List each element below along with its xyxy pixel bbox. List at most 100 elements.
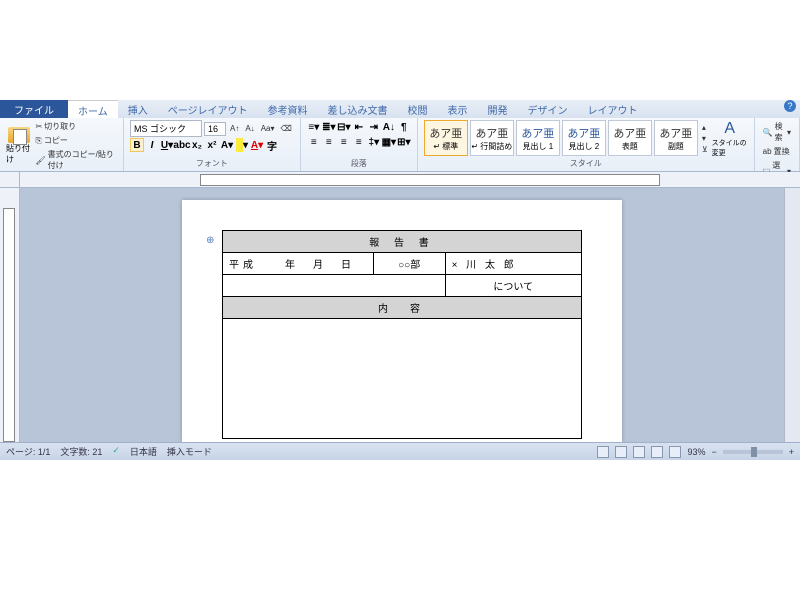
text-effect-button[interactable]: A▾ [220, 138, 234, 152]
align-center-button[interactable]: ≡ [322, 135, 336, 149]
sort-button[interactable]: A↓ [382, 120, 396, 134]
paste-button[interactable]: 貼り付け [6, 127, 31, 165]
content-header-cell[interactable]: 内 容 [223, 297, 582, 319]
change-styles-button[interactable]: A スタイルの変更 [712, 120, 748, 156]
tab-home[interactable]: ホーム [68, 100, 118, 118]
ribbon: 貼り付け ✂切り取り ⎘コピー 🖌書式のコピー/貼り付け クリップボード MS … [0, 118, 800, 172]
tab-layout[interactable]: レイアウト [578, 100, 648, 118]
search-icon: 🔍 [763, 128, 773, 137]
table-anchor-icon[interactable] [206, 230, 216, 240]
group-styles: あア亜↵ 標準 あア亜↵ 行間詰め あア亜見出し 1 あア亜見出し 2 あア亜表… [418, 118, 755, 171]
status-lang[interactable]: 日本語 [130, 445, 157, 458]
about-cell[interactable]: について [445, 275, 581, 297]
subject-cell[interactable] [223, 275, 446, 297]
italic-button[interactable]: I [145, 138, 159, 152]
underline-button[interactable]: U▾ [160, 138, 174, 152]
tab-insert[interactable]: 挿入 [118, 100, 158, 118]
scrollbar-vertical[interactable] [784, 188, 800, 442]
help-icon[interactable]: ? [784, 100, 796, 112]
tab-page-layout[interactable]: ページレイアウト [158, 100, 258, 118]
view-draft[interactable] [669, 446, 681, 458]
scissors-icon: ✂ [35, 122, 42, 131]
multilevel-button[interactable]: ⊟▾ [337, 120, 351, 134]
shrink-font-button[interactable]: A↓ [243, 123, 256, 134]
align-left-button[interactable]: ≡ [307, 135, 321, 149]
numbering-button[interactable]: ≣▾ [322, 120, 336, 134]
tab-references[interactable]: 参考資料 [258, 100, 318, 118]
view-print-layout[interactable] [597, 446, 609, 458]
brush-icon: 🖌 [35, 156, 45, 165]
font-color-button[interactable]: A▾ [250, 138, 264, 152]
grow-font-button[interactable]: A↑ [228, 123, 241, 134]
highlight-button[interactable]: ▾ [235, 138, 249, 152]
style-subtitle[interactable]: あア亜副題 [654, 120, 698, 156]
style-row-up[interactable]: ▴ [700, 122, 710, 133]
tab-review[interactable]: 校閲 [398, 100, 438, 118]
group-paragraph: ≡▾ ≣▾ ⊟▾ ⇤ ⇥ A↓ ¶ ≡ ≡ ≡ ≡ ‡▾ ▦▾ ⊞▾ [301, 118, 418, 171]
style-normal[interactable]: あア亜↵ 標準 [424, 120, 468, 156]
line-spacing-button[interactable]: ‡▾ [367, 135, 381, 149]
tab-mailings[interactable]: 差し込み文書 [318, 100, 398, 118]
font-name-select[interactable]: MS ゴシック [130, 120, 202, 137]
shading-button[interactable]: ▦▾ [382, 135, 396, 149]
style-more[interactable]: ⊻ [700, 144, 710, 155]
cut-button[interactable]: ✂切り取り [33, 120, 117, 133]
bullets-button[interactable]: ≡▾ [307, 120, 321, 134]
style-heading1[interactable]: あア亜見出し 1 [516, 120, 560, 156]
tab-design[interactable]: デザイン [518, 100, 578, 118]
dept-cell[interactable]: ○○部 [373, 253, 445, 275]
view-web[interactable] [633, 446, 645, 458]
clear-format-button[interactable]: ⌫ [279, 123, 294, 134]
date-cell[interactable]: 平成 年 月 日 [223, 253, 374, 275]
title-cell[interactable]: 報 告 書 [223, 231, 582, 253]
font-size-select[interactable]: 16 [204, 122, 226, 136]
replace-button[interactable]: ab置換 [761, 145, 793, 158]
status-zoom[interactable]: 93% [687, 447, 705, 457]
group-font: MS ゴシック 16 A↑ A↓ Aa▾ ⌫ B I U▾ abc x₂ x² … [124, 118, 301, 171]
page[interactable]: 報 告 書 平成 年 月 日 ○○部 × 川 太 郎 について 内 容 [182, 200, 622, 442]
superscript-button[interactable]: x² [205, 138, 219, 152]
document-area[interactable]: 報 告 書 平成 年 月 日 ○○部 × 川 太 郎 について 内 容 [20, 188, 784, 442]
paragraph-group-label: 段落 [307, 158, 411, 169]
borders-button[interactable]: ⊞▾ [397, 135, 411, 149]
align-right-button[interactable]: ≡ [337, 135, 351, 149]
status-mode[interactable]: 挿入モード [167, 445, 212, 458]
subscript-button[interactable]: x₂ [190, 138, 204, 152]
justify-button[interactable]: ≡ [352, 135, 366, 149]
find-button[interactable]: 🔍検索▾ [761, 120, 793, 144]
status-bar: ページ: 1/1 文字数: 21 ✓ 日本語 挿入モード 93% − + [0, 442, 800, 460]
tab-file[interactable]: ファイル [0, 100, 68, 118]
status-page[interactable]: ページ: 1/1 [6, 445, 50, 458]
author-cell[interactable]: × 川 太 郎 [445, 253, 581, 275]
bold-button[interactable]: B [130, 138, 144, 152]
tab-developer[interactable]: 開発 [478, 100, 518, 118]
show-marks-button[interactable]: ¶ [397, 120, 411, 134]
report-table[interactable]: 報 告 書 平成 年 月 日 ○○部 × 川 太 郎 について 内 容 [222, 230, 582, 439]
ribbon-tabs: ファイル ホーム 挿入 ページレイアウト 参考資料 差し込み文書 校閲 表示 開… [0, 100, 800, 118]
zoom-out-button[interactable]: − [711, 447, 716, 457]
view-outline[interactable] [651, 446, 663, 458]
view-fullscreen[interactable] [615, 446, 627, 458]
tab-view[interactable]: 表示 [438, 100, 478, 118]
replace-icon: ab [763, 147, 772, 156]
enclose-button[interactable]: 字 [265, 138, 279, 152]
ruler-horizontal [0, 172, 800, 188]
indent-increase-button[interactable]: ⇥ [367, 120, 381, 134]
style-row-down[interactable]: ▾ [700, 133, 710, 144]
style-no-spacing[interactable]: あア亜↵ 行間詰め [470, 120, 514, 156]
highlight-icon [236, 138, 243, 152]
status-words[interactable]: 文字数: 21 [60, 445, 102, 458]
ruler-vertical [0, 188, 20, 442]
change-case-button[interactable]: Aa▾ [259, 123, 277, 134]
change-styles-icon: A [724, 120, 735, 138]
format-painter-button[interactable]: 🖌書式のコピー/貼り付け [33, 148, 117, 172]
check-icon[interactable]: ✓ [112, 445, 120, 458]
strikethrough-button[interactable]: abc [175, 138, 189, 152]
zoom-in-button[interactable]: + [789, 447, 794, 457]
content-body-cell[interactable] [223, 319, 582, 439]
style-heading2[interactable]: あア亜見出し 2 [562, 120, 606, 156]
zoom-slider[interactable] [723, 450, 783, 454]
copy-button[interactable]: ⎘コピー [33, 134, 117, 147]
style-title[interactable]: あア亜表題 [608, 120, 652, 156]
indent-decrease-button[interactable]: ⇤ [352, 120, 366, 134]
